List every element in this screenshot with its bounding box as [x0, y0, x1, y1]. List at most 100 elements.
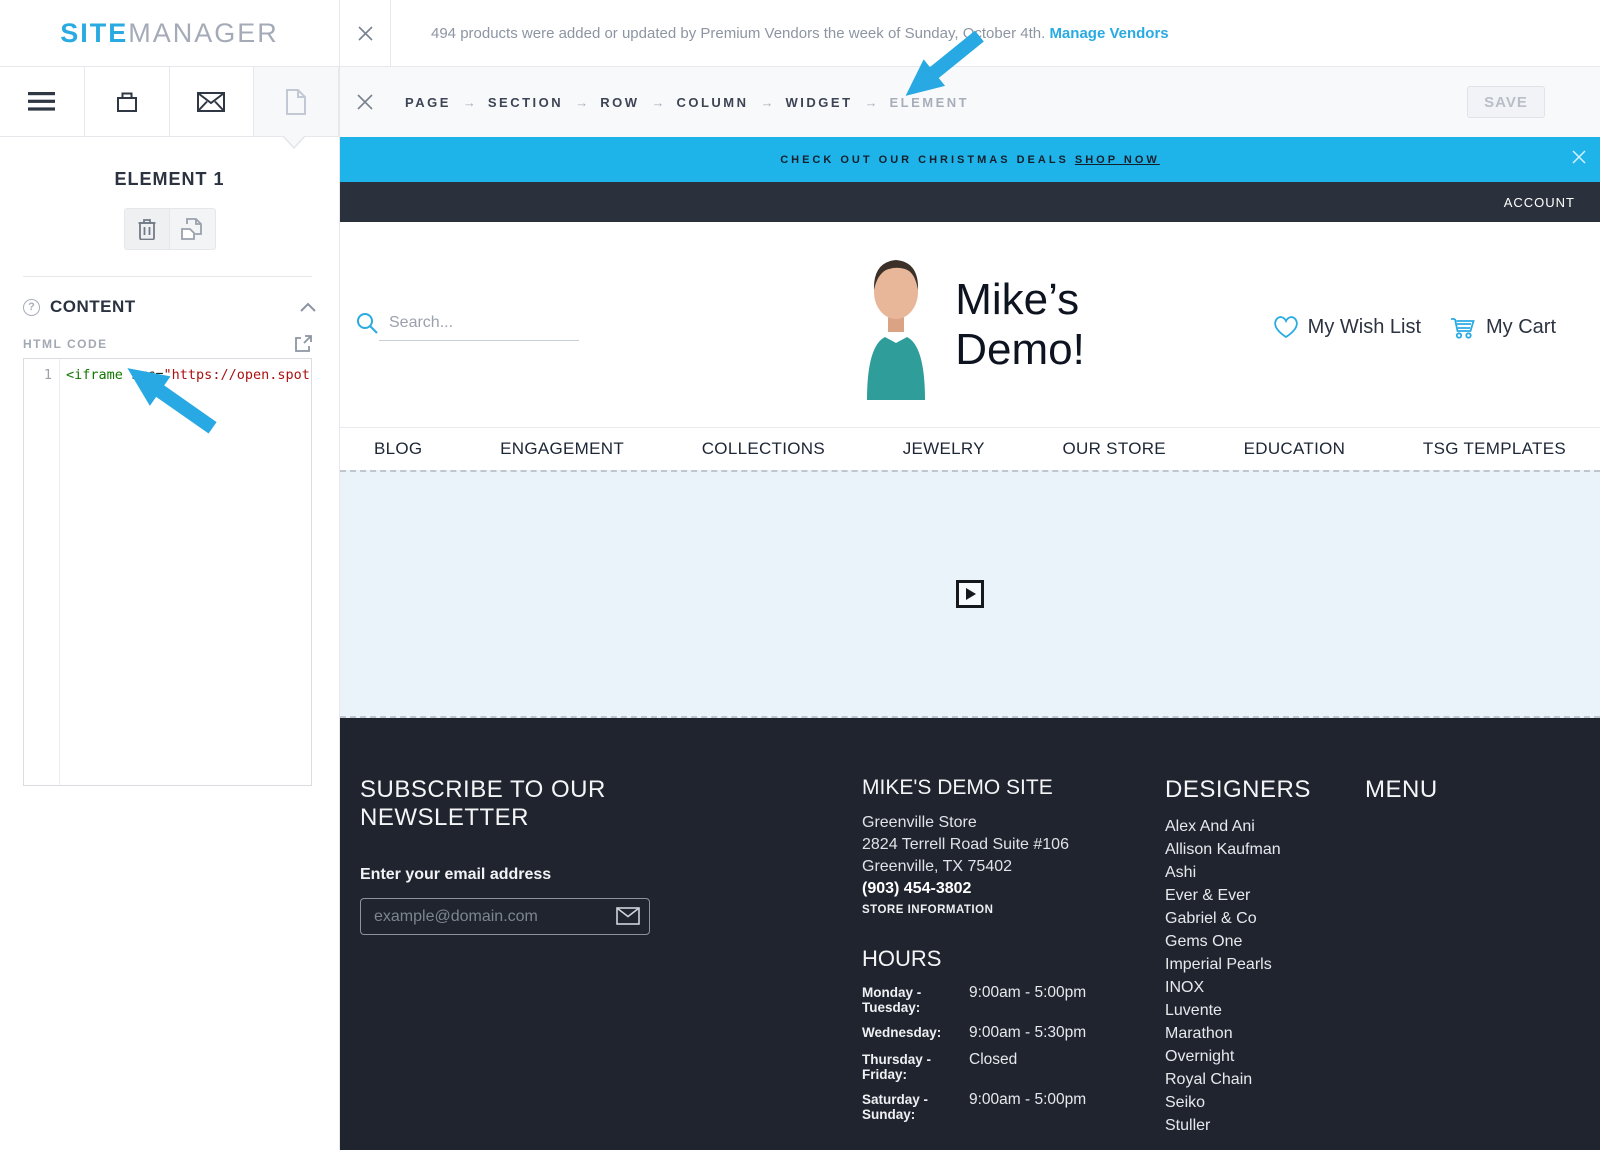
brand-site: SITE [60, 18, 128, 48]
designer-link[interactable]: Stuller [1165, 1114, 1355, 1137]
submit-email-icon[interactable] [616, 907, 640, 925]
hours-time-value: 9:00am - 5:30pm [969, 1024, 1086, 1042]
breadcrumb-item[interactable]: ELEMENT [890, 95, 994, 110]
code-line[interactable]: <iframe src="https://open.spot [60, 359, 311, 785]
site-footer: SUBSCRIBE TO OUR NEWSLETTER Enter your e… [340, 718, 1600, 1150]
account-bar: ACCOUNT [340, 182, 1600, 222]
play-icon [966, 588, 976, 600]
code-attr-token: src= [123, 367, 164, 383]
hours-row: Wednesday: 9:00am - 5:30pm [862, 1024, 1192, 1042]
html-code-editor[interactable]: 1 <iframe src="https://open.spot [23, 358, 312, 786]
breadcrumb-separator: → [575, 95, 588, 110]
designer-link[interactable]: Royal Chain [1165, 1068, 1355, 1091]
breadcrumb-separator: → [865, 95, 878, 110]
hours-row: Thursday - Friday: Closed [862, 1051, 1192, 1082]
page-icon [285, 89, 307, 115]
site-nav-item[interactable]: ENGAGEMENT [500, 439, 624, 459]
help-icon[interactable]: ? [23, 299, 40, 316]
site-nav-item[interactable]: JEWELRY [903, 439, 985, 459]
account-link[interactable]: ACCOUNT [1504, 195, 1575, 210]
breadcrumb-separator: → [463, 95, 476, 110]
breadcrumb-label: WIDGET [786, 95, 853, 110]
designer-link[interactable]: Seiko [1165, 1091, 1355, 1114]
envelope-icon [197, 92, 225, 112]
site-logo[interactable]: Mike’s Demo! [855, 250, 1085, 400]
heart-icon [1273, 315, 1308, 339]
store-address: Greenville Store2824 Terrell Road Suite … [862, 812, 1152, 878]
email-button[interactable] [170, 67, 255, 136]
designer-link[interactable]: Imperial Pearls [1165, 953, 1355, 976]
store-button[interactable] [85, 67, 170, 136]
designer-link[interactable]: Ashi [1165, 861, 1355, 884]
shopping-bag-icon [114, 89, 140, 115]
newsletter-column: SUBSCRIBE TO OUR NEWSLETTER Enter your e… [360, 776, 690, 935]
store-phone[interactable]: (903) 454-3802 [862, 878, 1152, 900]
content-section-header[interactable]: ? CONTENT [23, 297, 316, 317]
chevron-up-icon[interactable] [300, 302, 316, 312]
site-nav-item[interactable]: OUR STORE [1062, 439, 1165, 459]
copy-icon [181, 218, 203, 240]
close-editor-button[interactable] [340, 94, 390, 110]
site-nav-item[interactable]: COLLECTIONS [702, 439, 825, 459]
manage-vendors-link[interactable]: Manage Vendors [1049, 25, 1168, 42]
search-input[interactable] [379, 310, 579, 341]
site-nav-item[interactable]: BLOG [374, 439, 422, 459]
page-editor-button[interactable] [254, 67, 339, 136]
hours-day-label: Thursday - Friday: [862, 1052, 969, 1082]
designer-link[interactable]: INOX [1165, 976, 1355, 999]
dismiss-notification-button[interactable] [340, 26, 390, 41]
breadcrumb-item[interactable]: WIDGET → [786, 95, 890, 110]
logo-line-1: Mike’s [955, 275, 1085, 324]
breadcrumb-bar: PAGE→ SECTION→ ROW→ COLUMN→ WIDGET→ ELEM… [340, 67, 1600, 137]
newsletter-title: SUBSCRIBE TO OUR NEWSLETTER [360, 776, 690, 832]
designer-link[interactable]: Ever & Ever [1165, 884, 1355, 907]
menu-button[interactable] [0, 67, 85, 136]
breadcrumb-label: ROW [600, 95, 639, 110]
cart-link[interactable]: My Cart [1449, 314, 1556, 340]
logo-photo [855, 250, 937, 400]
shop-now-link[interactable]: SHOP NOW [1075, 154, 1160, 166]
designer-link[interactable]: Gabriel & Co [1165, 907, 1355, 930]
hours-rows: Monday - Tuesday: 9:00am - 5:00pm Wednes… [862, 984, 1192, 1122]
breadcrumb-label: PAGE [405, 95, 451, 110]
breadcrumb-item[interactable]: ROW→ [600, 95, 676, 110]
site-nav-item[interactable]: TSG TEMPLATES [1423, 439, 1566, 459]
cart-icon [1449, 314, 1486, 340]
delete-element-button[interactable] [124, 208, 170, 250]
designer-link[interactable]: Alex And Ani [1165, 815, 1355, 838]
designer-link[interactable]: Gems One [1165, 930, 1355, 953]
hours-time-value: Closed [969, 1051, 1017, 1069]
hours-day-label: Monday - Tuesday: [862, 985, 969, 1015]
site-nav-item[interactable]: EDUCATION [1244, 439, 1346, 459]
store-information-link[interactable]: STORE INFORMATION [862, 904, 1152, 916]
wishlist-link[interactable]: My Wish List [1273, 315, 1421, 339]
breadcrumb-item[interactable]: PAGE → [405, 95, 488, 110]
designer-link[interactable]: Overnight [1165, 1045, 1355, 1068]
editor-sidebar: SITEMANAGER [0, 0, 340, 1150]
close-banner-icon[interactable] [1572, 150, 1586, 164]
content-section-title: CONTENT [50, 297, 300, 317]
hours-section: HOURS Monday - Tuesday: 9:00am - 5:00pm … [862, 946, 1192, 1131]
play-button[interactable] [956, 580, 984, 608]
email-input[interactable] [360, 898, 650, 935]
selected-widget-area[interactable] [340, 470, 1600, 718]
editor-toolbar [0, 67, 339, 137]
hours-day-label: Wednesday: [862, 1025, 969, 1040]
hours-day-label: Saturday - Sunday: [862, 1092, 969, 1122]
designer-link[interactable]: Allison Kaufman [1165, 838, 1355, 861]
cart-label: My Cart [1486, 316, 1556, 339]
breadcrumb-label: COLUMN [676, 95, 748, 110]
duplicate-element-button[interactable] [170, 208, 216, 250]
breadcrumb-item[interactable]: COLUMN→ [676, 95, 785, 110]
store-column: MIKE'S DEMO SITE Greenville Store2824 Te… [862, 776, 1152, 916]
breadcrumb-item[interactable]: SECTION→ [488, 95, 600, 110]
designers-column: DESIGNERS Alex And AniAllison KaufmanAsh… [1165, 776, 1355, 1137]
hours-time-value: 9:00am - 5:00pm [969, 1091, 1086, 1109]
brand-manager: MANAGER [128, 18, 279, 48]
designer-link[interactable]: Luvente [1165, 999, 1355, 1022]
designer-link[interactable]: Marathon [1165, 1022, 1355, 1045]
save-button[interactable]: SAVE [1467, 86, 1545, 118]
expand-editor-icon[interactable] [295, 335, 312, 352]
hours-row: Saturday - Sunday: 9:00am - 5:00pm [862, 1091, 1192, 1122]
search-icon[interactable] [355, 311, 379, 335]
